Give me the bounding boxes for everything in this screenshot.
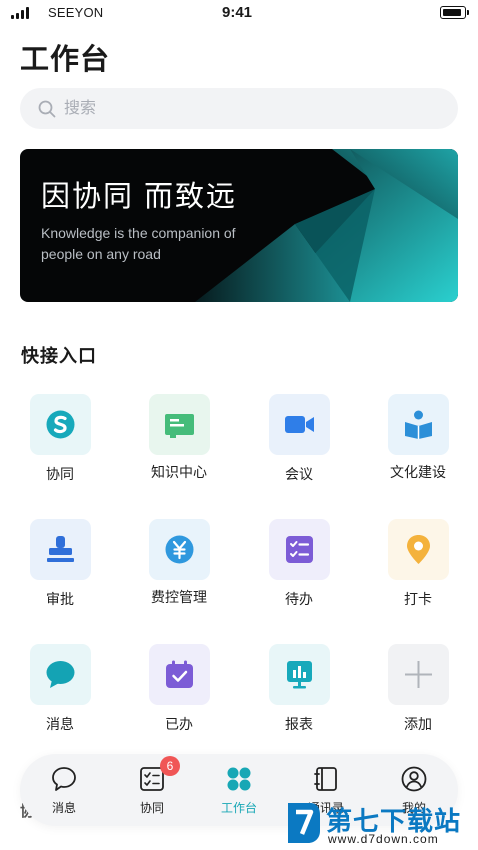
shortcut-label: 协同 [46, 466, 74, 482]
profile-icon [401, 766, 427, 792]
shortcut-label: 待办 [285, 591, 313, 607]
shortcut-culture[interactable]: 文化建设 [368, 394, 468, 494]
shortcut-label: 已办 [165, 716, 193, 732]
tab-messages[interactable]: 消息 [24, 754, 104, 826]
search-input[interactable] [64, 96, 434, 121]
shortcut-done[interactable]: 已办 [129, 644, 229, 744]
search-bar[interactable] [20, 88, 458, 129]
shortcut-knowledge-center[interactable]: 知识中心 [129, 394, 229, 494]
tab-workbench[interactable]: 工作台 [199, 754, 279, 826]
tile-add [388, 644, 449, 705]
shortcut-meeting[interactable]: 会议 [249, 394, 349, 494]
tile-done [149, 644, 210, 705]
unread-badge: 6 [160, 756, 180, 776]
chat-bubble-icon [46, 661, 75, 688]
promo-banner[interactable]: 因协同 而致远 Knowledge is the companion of pe… [20, 149, 458, 302]
shortcut-label: 文化建设 [390, 464, 446, 480]
tab-label: 工作台 [220, 801, 257, 815]
workbench-dots-icon [227, 767, 251, 791]
shortcut-label: 会议 [285, 466, 313, 482]
plus-icon [405, 661, 432, 688]
shortcut-check-in[interactable]: 打卡 [368, 519, 468, 619]
shortcut-expense[interactable]: 费控管理 [129, 519, 229, 619]
shortcut-label: 审批 [46, 591, 74, 607]
tile-approval [30, 519, 91, 580]
video-camera-icon [285, 416, 314, 433]
shortcut-label: 打卡 [404, 591, 432, 607]
shortcut-label: 添加 [404, 716, 432, 732]
chat-outline-icon [52, 767, 76, 791]
tab-collaboration[interactable]: 6 协同 [112, 754, 192, 826]
reading-person-icon [405, 410, 432, 439]
shortcut-label: 报表 [285, 716, 313, 732]
collaboration-icon [46, 410, 75, 439]
watermark-url: www.d7down.com [328, 832, 439, 846]
location-pin-icon [407, 535, 430, 564]
shortcut-collaboration[interactable]: 协同 [10, 394, 110, 494]
tab-label: 消息 [51, 801, 76, 815]
tile-todo [269, 519, 330, 580]
tile-culture [388, 394, 449, 455]
tab-label: 协同 [139, 801, 164, 815]
shortcut-label: 知识中心 [151, 464, 207, 480]
watermark-logo-icon [288, 803, 320, 843]
shortcut-todo[interactable]: 待办 [249, 519, 349, 619]
shortcut-add[interactable]: 添加 [368, 644, 468, 744]
tile-knowledge-center [149, 394, 210, 455]
page-title: 工作台 [20, 44, 111, 76]
yuan-coin-icon [165, 535, 194, 564]
shortcut-label: 费控管理 [151, 589, 207, 605]
carrier-name: SEEYON [48, 5, 104, 20]
tile-meeting [269, 394, 330, 455]
signal-icon [11, 7, 31, 19]
status-time: 9:41 [222, 4, 253, 21]
stamp-icon [47, 536, 74, 562]
banner-title: 因协同 而致远 [41, 181, 238, 213]
tile-reports [269, 644, 330, 705]
banner-subtitle: Knowledge is the companion of people on … [41, 225, 236, 262]
site-watermark: 第七下载站 www.d7down.com [280, 795, 478, 850]
shortcut-label: 消息 [46, 716, 74, 732]
tile-expense [149, 519, 210, 580]
battery-icon [440, 6, 469, 19]
tile-messages [30, 644, 91, 705]
knowledge-board-icon [165, 414, 194, 438]
search-icon [38, 100, 56, 118]
shortcuts-title: 快接入口 [21, 346, 97, 366]
status-bar: SEEYON 9:41 [0, 0, 478, 28]
address-book-icon [314, 767, 337, 791]
calendar-check-icon [166, 660, 193, 688]
shortcut-messages[interactable]: 消息 [10, 644, 110, 744]
tile-check-in [388, 519, 449, 580]
checklist-icon [286, 536, 313, 563]
chart-board-icon [287, 661, 312, 689]
shortcut-reports[interactable]: 报表 [249, 644, 349, 744]
tile-collaboration [30, 394, 91, 455]
shortcut-approval[interactable]: 审批 [10, 519, 110, 619]
